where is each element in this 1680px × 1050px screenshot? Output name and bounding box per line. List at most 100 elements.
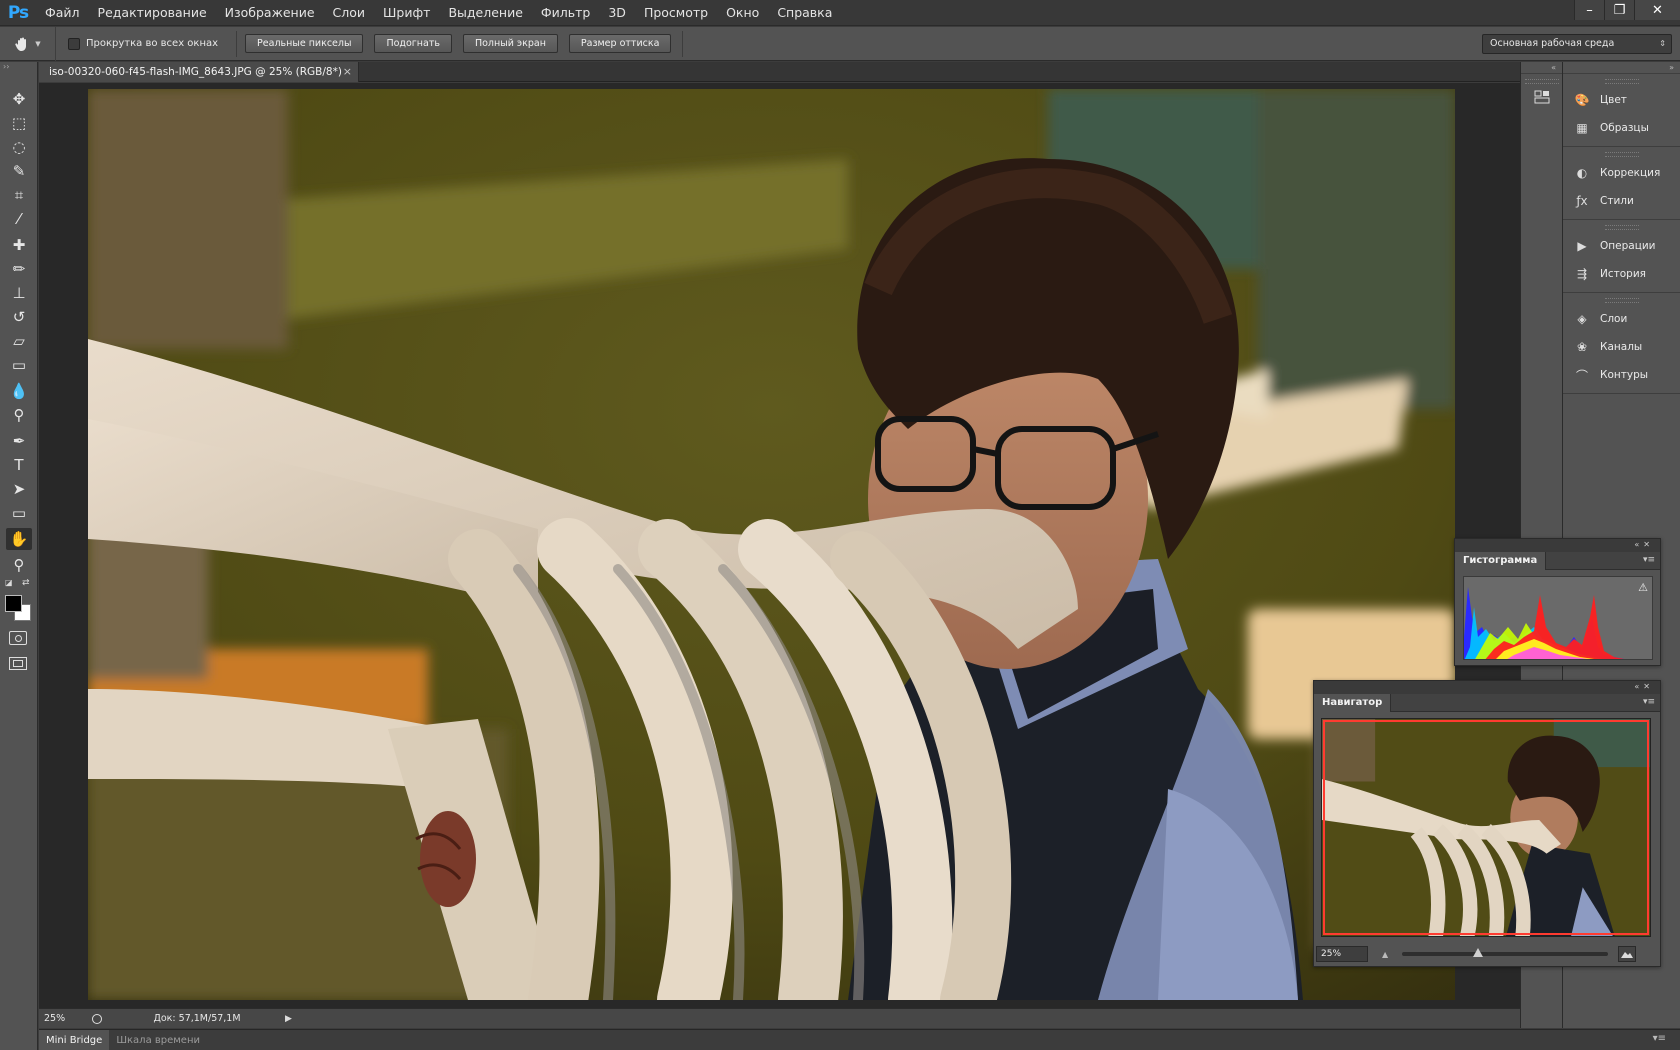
navigator-panel: «✕ Навигатор ▾≡ 25% ▲ [1313, 680, 1661, 967]
menu-item[interactable]: 3D [599, 0, 635, 26]
dock-item-swatches[interactable]: ▦ Образцы [1563, 114, 1680, 142]
dock-item-history[interactable]: ⇶ История [1563, 260, 1680, 288]
rectangle-tool-icon[interactable]: ▭ [6, 502, 32, 524]
close-button[interactable]: ✕ [1634, 0, 1680, 20]
dock-item-actions[interactable]: ▶ Операции [1563, 232, 1680, 260]
close-document-icon[interactable]: × [343, 62, 352, 82]
collapse-toolbar-icon[interactable]: ›› [0, 62, 37, 74]
swap-colors-icon[interactable]: ⇄ [22, 578, 30, 588]
dodge-tool-icon[interactable]: ⚲ [6, 404, 32, 426]
navigator-zoom-slider[interactable] [1402, 948, 1608, 957]
menu-item[interactable]: Окно [717, 0, 768, 26]
zoom-out-icon[interactable]: ▲ [1382, 950, 1394, 959]
canvas-area[interactable] [39, 83, 1520, 1008]
workspace-select[interactable]: Основная рабочая среда ⇕ [1482, 34, 1672, 54]
blur-tool-icon[interactable]: 💧 [6, 380, 32, 402]
menu-item[interactable]: Шрифт [374, 0, 439, 26]
dock-item-paths[interactable]: ⌒ Контуры [1563, 361, 1680, 389]
navigator-thumbnail[interactable] [1321, 718, 1651, 937]
dock-grip[interactable] [1524, 79, 1559, 84]
dock-grip[interactable] [1604, 79, 1639, 84]
tab-mini-bridge[interactable]: Mini Bridge [39, 1029, 110, 1050]
minimize-button[interactable]: – [1574, 0, 1604, 20]
marquee-tool-icon[interactable]: ⬚ [6, 112, 32, 134]
quick-selection-tool-icon[interactable]: ✎ [6, 160, 32, 182]
collapse-dock-icon[interactable]: « [1521, 62, 1562, 74]
histogram-panel-controls[interactable]: «✕ [1455, 539, 1660, 552]
gradient-tool-icon[interactable]: ▭ [6, 354, 32, 376]
actual-pixels-button[interactable]: Реальные пикселы [245, 34, 364, 53]
lasso-tool-icon[interactable]: ◌ [6, 136, 32, 158]
dock-item-styles[interactable]: ƒx Стили [1563, 187, 1680, 215]
histogram-navigator-icon[interactable] [1532, 88, 1552, 106]
dock-item-layers[interactable]: ◈ Слои [1563, 305, 1680, 333]
adjustments-icon: ◐ [1576, 166, 1588, 180]
zoom-tool-icon[interactable]: ⚲ [6, 554, 32, 576]
menu-item[interactable]: Редактирование [89, 0, 216, 26]
menu-item[interactable]: Файл [36, 0, 89, 26]
panel-menu-icon[interactable]: ▾≡ [1653, 1033, 1666, 1044]
print-size-button[interactable]: Размер оттиска [568, 34, 672, 53]
eraser-tool-icon[interactable]: ▱ [6, 330, 32, 352]
navigator-zoom-field[interactable]: 25% [1316, 946, 1368, 962]
eyedropper-tool-icon[interactable]: ⁄ [6, 208, 32, 230]
photoshop-window: Ps Файл Редактирование Изображение Слои Шриф… [0, 0, 1680, 1050]
menu-item[interactable]: Просмотр [635, 0, 717, 26]
foreground-color-swatch[interactable] [5, 595, 22, 612]
history-brush-tool-icon[interactable]: ↺ [6, 306, 32, 328]
panel-menu-icon[interactable]: ▾≡ [1643, 697, 1655, 707]
menu-item[interactable]: Изображение [216, 0, 324, 26]
tab-timeline[interactable]: Шкала времени [109, 1030, 207, 1050]
crop-tool-icon[interactable]: ⌗ [6, 184, 32, 206]
dock-item-label: История [1600, 268, 1646, 280]
status-info-icon[interactable] [89, 1013, 105, 1025]
dock-item-label: Образцы [1600, 122, 1649, 134]
tab-histogram[interactable]: Гистограмма [1455, 552, 1547, 570]
scroll-all-windows-label: Прокрутка во всех окнах [86, 38, 219, 49]
fit-screen-button[interactable]: Подогнать [374, 34, 452, 53]
scroll-all-windows-option[interactable]: Прокрутка во всех окнах [56, 37, 219, 50]
dock-grip[interactable] [1604, 152, 1639, 157]
panel-menu-icon[interactable]: ▾≡ [1643, 555, 1655, 565]
photo-canvas[interactable] [88, 89, 1455, 1000]
navigator-panel-controls[interactable]: «✕ [1314, 681, 1660, 694]
menu-item[interactable]: Слои [324, 0, 375, 26]
quick-mask-icon[interactable] [9, 631, 27, 645]
screen-mode-icon[interactable] [9, 657, 27, 670]
collapse-panels-icon[interactable]: » [1563, 62, 1680, 74]
type-tool-icon[interactable]: T [6, 454, 32, 476]
document-title: iso-00320-060-f45-flash-IMG_8643.JPG @ 2… [49, 66, 342, 78]
window-controls: – ❐ ✕ [1574, 0, 1680, 20]
tab-navigator[interactable]: Навигатор [1314, 694, 1392, 712]
scroll-all-windows-checkbox[interactable] [68, 37, 80, 50]
pen-tool-icon[interactable]: ✒ [6, 430, 32, 452]
dock-item-label: Коррекция [1600, 167, 1661, 179]
navigator-view-proxy[interactable] [1323, 720, 1649, 935]
dock-item-adjustments[interactable]: ◐ Коррекция [1563, 159, 1680, 187]
status-menu-arrow-icon[interactable]: ▶ [285, 1014, 292, 1024]
default-colors-icon[interactable]: ◪ [5, 578, 13, 587]
warning-icon[interactable]: ⚠ [1638, 581, 1648, 594]
brush-tool-icon[interactable]: ✏ [6, 258, 32, 280]
fill-screen-button[interactable]: Полный экран [462, 34, 558, 53]
menu-item[interactable]: Фильтр [532, 0, 599, 26]
dock-grip[interactable] [1604, 225, 1639, 230]
dock-item-channels[interactable]: ❀ Каналы [1563, 333, 1680, 361]
workspace-select-value: Основная рабочая среда [1490, 38, 1615, 49]
zoom-in-icon[interactable] [1618, 946, 1636, 962]
dock-grip[interactable] [1604, 298, 1639, 303]
layers-icon: ◈ [1577, 312, 1587, 326]
status-zoom[interactable]: 25% [39, 1013, 89, 1024]
move-tool-icon[interactable]: ✥ [6, 88, 32, 110]
restore-button[interactable]: ❐ [1604, 0, 1634, 20]
clone-stamp-tool-icon[interactable]: ⊥ [6, 282, 32, 304]
menu-item[interactable]: Справка [768, 0, 841, 26]
tool-preset-picker[interactable]: ▼ [0, 26, 56, 61]
path-selection-tool-icon[interactable]: ➤ [6, 478, 32, 500]
menu-item[interactable]: Выделение [439, 0, 531, 26]
hand-tool-icon[interactable]: ✋ [6, 528, 32, 550]
healing-brush-tool-icon[interactable]: ✚ [6, 234, 32, 256]
document-tab[interactable]: iso-00320-060-f45-flash-IMG_8643.JPG @ 2… [39, 62, 359, 82]
navigator-slider-thumb[interactable] [1473, 948, 1484, 957]
dock-item-color[interactable]: 🎨 Цвет [1563, 86, 1680, 114]
